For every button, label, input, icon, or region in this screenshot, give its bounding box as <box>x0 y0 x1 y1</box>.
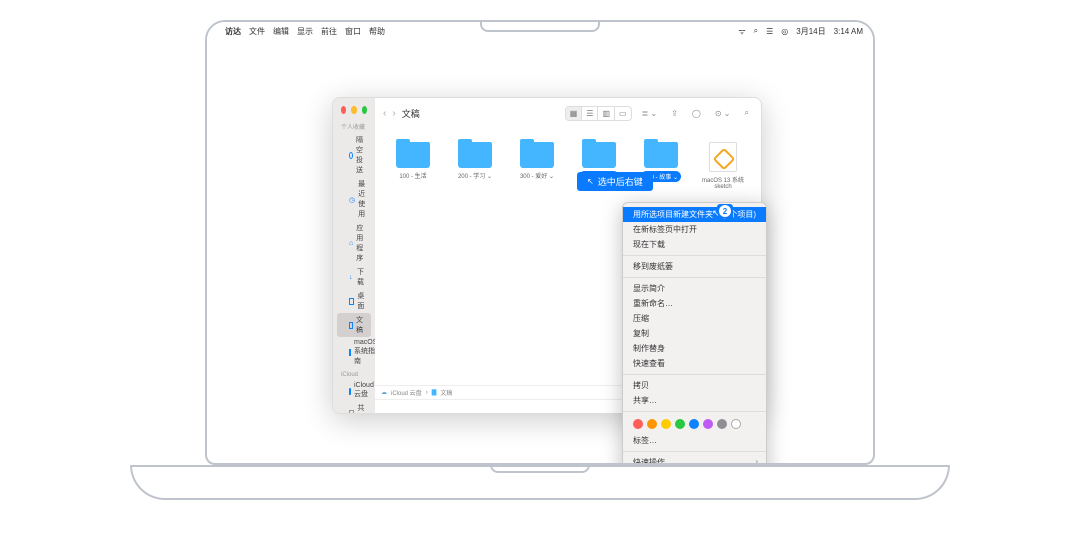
group-menu[interactable]: ≣ ⌄ <box>638 107 662 120</box>
ctx-new-folder-from-selection[interactable]: 用所选项目新建文件夹 (2个项目) <box>623 207 766 222</box>
folder-item[interactable]: 100 - 生活 <box>391 142 435 190</box>
back-button[interactable]: ‹ <box>383 108 386 119</box>
tag-clear-swatch[interactable] <box>731 419 741 429</box>
ctx-get-info[interactable]: 显示简介 <box>623 281 766 296</box>
tag-color-swatch[interactable] <box>633 419 643 429</box>
icon-view-icon[interactable]: ▦ <box>566 107 583 120</box>
share-button[interactable]: ⇪ <box>667 107 682 120</box>
window-controls <box>333 98 375 118</box>
tag-button[interactable]: ◯ <box>688 107 705 120</box>
wifi-icon[interactable]: ᯤ <box>738 26 745 37</box>
folder-item[interactable]: 300 - 爱好 ⌄ <box>515 142 559 190</box>
ctx-tag-colors[interactable] <box>623 415 766 433</box>
menu-help[interactable]: 帮助 <box>369 26 385 37</box>
file-label: macOS 13 系统sketch <box>702 175 744 190</box>
tag-color-swatch[interactable] <box>661 419 671 429</box>
ctx-share[interactable]: 共享… <box>623 393 766 408</box>
context-menu: 用所选项目新建文件夹 (2个项目) 在新标签页中打开 现在下载 移到废纸篓 显示… <box>622 202 767 465</box>
tag-color-swatch[interactable] <box>689 419 699 429</box>
folder-label: 200 - 学习 ⌄ <box>458 171 492 180</box>
laptop-frame: 访达 文件 编辑 显示 前往 窗口 帮助 ᯤ ⌕ ☰ ◎ 3月14日 3:14 … <box>130 20 950 520</box>
ctx-copy[interactable]: 拷贝 <box>623 378 766 393</box>
sb-recents[interactable]: ◷最近使用 <box>333 177 375 221</box>
siri-icon[interactable]: ◎ <box>781 27 788 36</box>
annotation-callout-1: ↖ 选中后右键 <box>577 172 653 191</box>
menu-view[interactable]: 显示 <box>297 26 313 37</box>
screen-notch <box>480 22 600 32</box>
column-view-icon[interactable]: ▥ <box>598 107 615 120</box>
ctx-item[interactable]: 快速操作 <box>623 455 766 465</box>
tag-color-swatch[interactable] <box>675 419 685 429</box>
minimize-button[interactable] <box>351 106 356 114</box>
folder-icon <box>396 142 430 168</box>
gallery-view-icon[interactable]: ▭ <box>615 107 631 120</box>
menu-go[interactable]: 前往 <box>321 26 337 37</box>
ctx-make-alias[interactable]: 制作替身 <box>623 341 766 356</box>
callout-1-text: 选中后右键 <box>598 175 643 188</box>
ctx-move-to-trash[interactable]: 移到废纸篓 <box>623 259 766 274</box>
folder-icon <box>520 142 554 168</box>
sb-apps[interactable]: ⌂应用程序 <box>333 221 375 265</box>
zoom-button[interactable] <box>362 106 367 114</box>
ctx-open-new-tab[interactable]: 在新标签页中打开 <box>623 222 766 237</box>
sb-shared[interactable]: 共享 <box>333 401 375 413</box>
finder-sidebar: 个人收藏 隔空投送 ◷最近使用 ⌂应用程序 ↓下载 桌面 文稿 macOS 系统… <box>333 98 375 413</box>
sb-guide[interactable]: macOS 系统指南 <box>333 337 375 368</box>
menu-edit[interactable]: 编辑 <box>273 26 289 37</box>
sketch-file-icon <box>709 142 737 172</box>
finder-toolbar: ‹ › 文稿 ▦ ☰ ▥ ▭ ≣ ⌄ ⇪ ◯ ⊙ ⌄ <box>375 98 761 128</box>
sb-section-favorites: 个人收藏 <box>333 118 375 133</box>
forward-button[interactable]: › <box>392 108 395 119</box>
callout-2-number: 2 <box>719 205 731 217</box>
sb-section-icloud: iCloud <box>333 368 375 380</box>
folder-label: 300 - 爱好 ⌄ <box>520 171 554 180</box>
app-name[interactable]: 访达 <box>225 26 241 37</box>
ctx-download-now[interactable]: 现在下载 <box>623 237 766 252</box>
folder-item[interactable]: 200 - 学习 ⌄ <box>453 142 497 190</box>
file-item[interactable]: macOS 13 系统sketch <box>701 142 745 190</box>
folder-label: 100 - 生活 <box>399 171 426 180</box>
path-icloud-icon: ☁ <box>381 389 387 396</box>
path-seg-icloud[interactable]: iCloud 云盘 <box>391 388 422 397</box>
tag-color-swatch[interactable] <box>703 419 713 429</box>
close-button[interactable] <box>341 106 346 114</box>
menu-file[interactable]: 文件 <box>249 26 265 37</box>
sb-downloads[interactable]: ↓下载 <box>333 265 375 289</box>
ctx-quick-look[interactable]: 快速查看 <box>623 356 766 371</box>
ctx-rename[interactable]: 重新命名… <box>623 296 766 311</box>
sb-airdrop[interactable]: 隔空投送 <box>333 133 375 177</box>
menubar-time[interactable]: 3:14 AM <box>834 27 863 36</box>
list-view-icon[interactable]: ☰ <box>582 107 598 120</box>
laptop-screen: 访达 文件 编辑 显示 前往 窗口 帮助 ᯤ ⌕ ☰ ◎ 3月14日 3:14 … <box>205 20 875 465</box>
window-title: 文稿 <box>402 107 420 120</box>
ctx-compress[interactable]: 压缩 <box>623 311 766 326</box>
control-center-icon[interactable]: ☰ <box>766 27 773 36</box>
folder-icon <box>644 142 678 168</box>
search-button[interactable]: ⌕ <box>741 106 753 120</box>
path-seg-docs[interactable]: 文稿 <box>440 388 452 397</box>
sb-icloud-drive[interactable]: iCloud 云盘 <box>333 380 375 401</box>
action-menu[interactable]: ⊙ ⌄ <box>711 107 735 120</box>
search-icon[interactable]: ⌕ <box>754 26 758 36</box>
path-folder-icon: ▇ <box>432 389 437 396</box>
folder-icon <box>582 142 616 168</box>
sb-documents[interactable]: 文稿 <box>337 313 371 337</box>
tag-color-swatch[interactable] <box>647 419 657 429</box>
folder-icon <box>458 142 492 168</box>
ctx-duplicate[interactable]: 复制 <box>623 326 766 341</box>
laptop-base <box>130 465 950 500</box>
cursor-icon: ↖ <box>712 208 720 219</box>
menubar-date[interactable]: 3月14日 <box>796 26 825 37</box>
ctx-tags-label[interactable]: 标签… <box>623 433 766 448</box>
sb-desktop[interactable]: 桌面 <box>333 289 375 313</box>
menu-window[interactable]: 窗口 <box>345 26 361 37</box>
tag-color-swatch[interactable] <box>717 419 727 429</box>
view-toggle[interactable]: ▦ ☰ ▥ ▭ <box>565 106 632 121</box>
